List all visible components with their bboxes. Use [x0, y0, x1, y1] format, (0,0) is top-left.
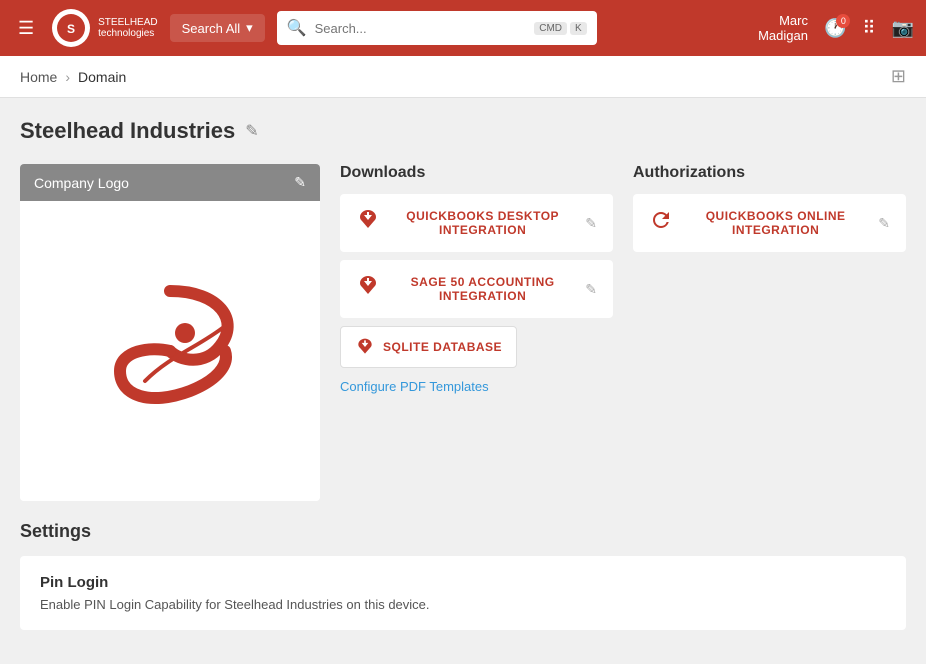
brand-name: STEELHEAD technologies — [98, 17, 157, 39]
authorizations-title: Authorizations — [633, 164, 906, 182]
download-icon-qbd — [356, 208, 380, 238]
quickbooks-desktop-edit-icon[interactable]: ✎ — [585, 215, 597, 232]
menu-icon[interactable]: ☰ — [12, 12, 40, 45]
settings-title: Settings — [20, 521, 906, 542]
steelhead-logo — [90, 271, 250, 431]
sage-50-edit-icon[interactable]: ✎ — [585, 281, 597, 298]
pin-login-card: Pin Login Enable PIN Login Capability fo… — [20, 556, 906, 630]
header-right: Marc Madigan 🕐 0 ⠿ 📷 — [758, 13, 914, 43]
quickbooks-online-label: QUICKBOOKS ONLINE INTEGRATION — [685, 209, 866, 237]
search-bar: 🔍 CMD K — [277, 11, 597, 45]
sqlite-button[interactable]: SQLITE DATABASE — [340, 326, 517, 368]
svg-text:S: S — [67, 22, 75, 36]
downloads-title: Downloads — [340, 164, 613, 182]
breadcrumb-separator: › — [65, 69, 70, 85]
company-logo-card: Company Logo ✎ — [20, 164, 320, 501]
sage-50-label: SAGE 50 ACCOUNTING INTEGRATION — [392, 275, 573, 303]
search-input[interactable] — [315, 21, 527, 36]
pin-login-title: Pin Login — [40, 574, 886, 591]
settings-section: Settings Pin Login Enable PIN Login Capa… — [20, 521, 906, 630]
user-name: Marc Madigan — [758, 13, 808, 43]
logo-circle: S — [52, 9, 90, 47]
configure-pdf-link[interactable]: Configure PDF Templates — [340, 379, 489, 394]
content-row: Company Logo ✎ — [20, 164, 906, 501]
logo-area: S STEELHEAD technologies — [52, 9, 157, 47]
right-section: Downloads QUICKBOOKS DESKTOPINTEGRATION … — [340, 164, 906, 501]
breadcrumb-current: Domain — [78, 69, 126, 85]
sqlite-icon — [355, 337, 375, 357]
download-icon-sage — [356, 274, 380, 304]
logo-card-header: Company Logo ✎ — [20, 164, 320, 201]
logo-card-body — [20, 201, 320, 501]
grid-icon[interactable]: ⠿ — [862, 18, 875, 39]
quickbooks-online-edit-icon[interactable]: ✎ — [878, 215, 890, 232]
search-icon: 🔍 — [287, 18, 307, 38]
main-content: Steelhead Industries ✎ Company Logo ✎ — [0, 98, 926, 664]
breadcrumb-home[interactable]: Home — [20, 69, 57, 85]
sage-50-card[interactable]: SAGE 50 ACCOUNTING INTEGRATION ✎ — [340, 260, 613, 318]
bookmark-icon[interactable]: ⊞ — [891, 66, 906, 87]
camera-icon[interactable]: 📷 — [892, 18, 914, 39]
page-title-row: Steelhead Industries ✎ — [20, 118, 906, 144]
downloads-section: Downloads QUICKBOOKS DESKTOPINTEGRATION … — [340, 164, 613, 396]
chevron-down-icon: ▾ — [246, 20, 253, 36]
pin-login-description: Enable PIN Login Capability for Steelhea… — [40, 597, 886, 612]
clock-icon[interactable]: 🕐 0 — [824, 18, 846, 39]
logo-card-edit-icon[interactable]: ✎ — [294, 174, 306, 191]
quickbooks-desktop-label: QUICKBOOKS DESKTOPINTEGRATION — [392, 209, 573, 237]
search-all-button[interactable]: Search All ▾ — [170, 14, 265, 42]
search-shortcut: CMD K — [534, 22, 586, 35]
page-title-edit-icon[interactable]: ✎ — [245, 121, 258, 141]
refresh-icon-qbo — [649, 208, 673, 238]
page-title: Steelhead Industries — [20, 118, 235, 144]
breadcrumb: Home › Domain ⊞ — [0, 56, 926, 98]
quickbooks-online-card[interactable]: QUICKBOOKS ONLINE INTEGRATION ✎ — [633, 194, 906, 252]
authorizations-section: Authorizations QUICKBOOKS ONLINE INTEGRA… — [633, 164, 906, 396]
company-logo-label: Company Logo — [34, 175, 129, 191]
header: ☰ S STEELHEAD technologies Search All ▾ … — [0, 0, 926, 56]
quickbooks-desktop-card[interactable]: QUICKBOOKS DESKTOPINTEGRATION ✎ — [340, 194, 613, 252]
sections-row: Downloads QUICKBOOKS DESKTOPINTEGRATION … — [340, 164, 906, 396]
